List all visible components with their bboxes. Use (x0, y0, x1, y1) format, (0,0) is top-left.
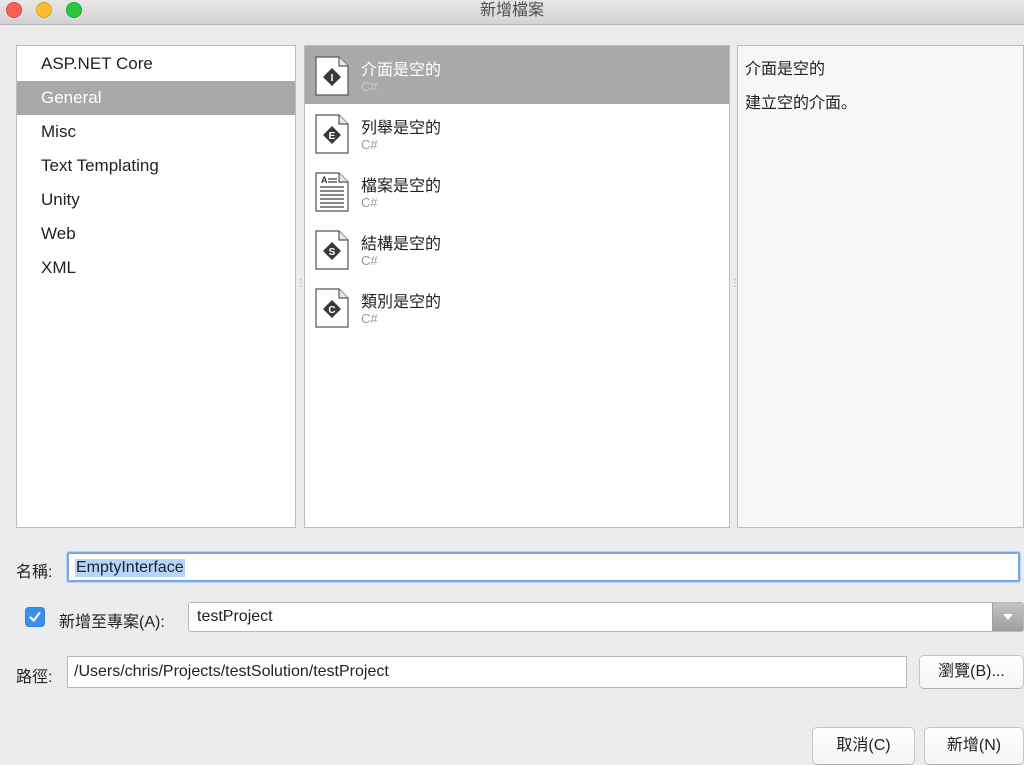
struct-icon: S (315, 230, 349, 270)
path-label: 路徑: (16, 669, 53, 686)
template-item-empty-file[interactable]: A 檔案是空的 C# (305, 162, 729, 220)
add-button[interactable]: 新增(N) (924, 727, 1024, 765)
name-label: 名稱: (16, 564, 53, 581)
category-item-xml[interactable]: XML (17, 251, 295, 285)
add-to-project-label: 新增至專案(A): (59, 614, 165, 631)
new-file-dialog: 新增檔案 ASP.NET Core General Misc Text Temp… (0, 0, 1024, 765)
template-item-empty-enum[interactable]: E 列舉是空的 C# (305, 104, 729, 162)
path-input-value: /Users/chris/Projects/testSolution/testP… (74, 663, 389, 680)
title-bar: 新增檔案 (0, 0, 1024, 25)
category-item-aspnet-core[interactable]: ASP.NET Core (17, 47, 295, 81)
name-input[interactable]: EmptyInterface (67, 552, 1020, 582)
template-item-empty-class[interactable]: C 類別是空的 C# (305, 278, 729, 336)
pane-splitter-left[interactable]: ⋮ (296, 279, 306, 294)
category-item-web[interactable]: Web (17, 217, 295, 251)
description-panel: 介面是空的 建立空的介面。 (737, 45, 1024, 528)
enum-icon: E (315, 114, 349, 154)
template-language: C# (361, 253, 378, 268)
category-item-general[interactable]: General (17, 81, 295, 115)
template-item-empty-struct[interactable]: S 結構是空的 C# (305, 220, 729, 278)
window-title: 新增檔案 (479, 2, 544, 19)
file-icon: A (315, 172, 349, 212)
path-input[interactable]: /Users/chris/Projects/testSolution/testP… (67, 656, 907, 688)
svg-text:E: E (329, 131, 336, 142)
cancel-button[interactable]: 取消(C) (812, 727, 915, 765)
project-select[interactable]: testProject (188, 602, 1024, 632)
description-title: 介面是空的 (745, 61, 826, 78)
category-item-unity[interactable]: Unity (17, 183, 295, 217)
svg-text:I: I (331, 73, 334, 84)
category-item-text-templating[interactable]: Text Templating (17, 149, 295, 183)
project-select-value: testProject (197, 608, 273, 625)
interface-icon: I (315, 56, 349, 96)
svg-text:S: S (329, 247, 336, 258)
template-list: I 介面是空的 C# E 列舉是空的 C# A 檔案是空的 C# S 結構是空的… (304, 45, 730, 528)
browse-button[interactable]: 瀏覽(B)... (919, 655, 1024, 689)
name-input-value: EmptyInterface (75, 559, 185, 577)
category-item-misc[interactable]: Misc (17, 115, 295, 149)
svg-text:C: C (328, 305, 335, 316)
template-name: 檔案是空的 (361, 178, 442, 195)
template-name: 介面是空的 (361, 62, 442, 79)
class-icon: C (315, 288, 349, 328)
category-list: ASP.NET Core General Misc Text Templatin… (16, 45, 296, 528)
description-text: 建立空的介面。 (745, 95, 858, 112)
template-name: 類別是空的 (361, 294, 442, 311)
pane-splitter-right[interactable]: ⋮ (730, 279, 740, 294)
template-name: 結構是空的 (361, 236, 442, 253)
svg-text:A: A (321, 175, 328, 185)
chevron-down-icon[interactable] (992, 603, 1023, 631)
template-language: C# (361, 195, 378, 210)
template-language: C# (361, 137, 378, 152)
template-language: C# (361, 79, 378, 94)
template-name: 列舉是空的 (361, 120, 442, 137)
checkmark-icon (29, 611, 41, 622)
template-item-empty-interface[interactable]: I 介面是空的 C# (305, 46, 729, 104)
add-to-project-checkbox[interactable] (25, 607, 45, 627)
template-language: C# (361, 311, 378, 326)
